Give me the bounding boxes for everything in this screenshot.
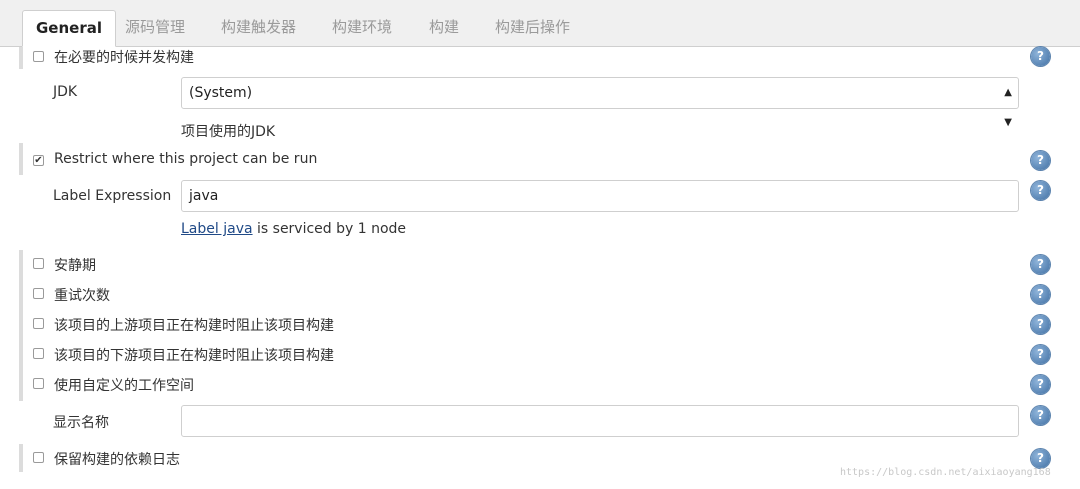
section-marker	[19, 250, 23, 401]
tab-build-triggers[interactable]: 构建触发器	[221, 10, 296, 46]
help-icon[interactable]: ?	[1031, 47, 1050, 66]
concurrent-build-label: 在必要的时候并发构建	[54, 50, 194, 66]
jdk-description: 项目使用的JDK	[181, 124, 276, 140]
section-marker	[19, 47, 23, 69]
block-upstream-label: 该项目的上游项目正在构建时阻止该项目构建	[54, 318, 334, 334]
watermark: https://blog.csdn.net/aixiaoyang168	[840, 467, 1051, 478]
section-marker	[19, 143, 23, 175]
jdk-select[interactable]: (System) ▲ ▼	[181, 77, 1019, 128]
general-settings-panel: 在必要的时候并发构建 ? JDK (System) ▲ ▼ 项目使用的JDK ✔ …	[0, 47, 1080, 489]
label-java-link[interactable]: Label java	[181, 221, 253, 237]
tab-general[interactable]: General	[22, 10, 116, 47]
checkmark-icon: ✔	[34, 155, 43, 166]
restrict-label: Restrict where this project can be run	[54, 151, 318, 167]
help-icon[interactable]: ?	[1031, 181, 1050, 200]
tab-post-build-actions[interactable]: 构建后操作	[495, 10, 570, 46]
label-expression-input[interactable]: java	[181, 180, 1019, 212]
tab-build-environment[interactable]: 构建环境	[332, 10, 392, 46]
tab-source-management[interactable]: 源码管理	[125, 10, 185, 46]
tab-bar: General 源码管理 构建触发器 构建环境 构建 构建后操作	[0, 0, 1080, 47]
help-icon[interactable]: ?	[1031, 345, 1050, 364]
block-downstream-checkbox[interactable]	[33, 348, 44, 359]
jdk-label: JDK	[53, 84, 78, 100]
help-icon[interactable]: ?	[1031, 375, 1050, 394]
retry-count-label: 重试次数	[54, 288, 110, 304]
keep-dependencies-label: 保留构建的依赖日志	[54, 452, 180, 468]
select-arrows-icon: ▲ ▼	[1004, 87, 1012, 128]
custom-workspace-checkbox[interactable]	[33, 378, 44, 389]
concurrent-build-checkbox[interactable]	[33, 51, 44, 62]
help-icon[interactable]: ?	[1031, 285, 1050, 304]
retry-count-checkbox[interactable]	[33, 288, 44, 299]
display-name-label: 显示名称	[53, 415, 109, 431]
block-upstream-checkbox[interactable]	[33, 318, 44, 329]
label-status-text: Label java is serviced by 1 node	[181, 221, 406, 237]
display-name-input[interactable]	[181, 405, 1019, 437]
section-marker	[19, 444, 23, 472]
help-icon[interactable]: ?	[1031, 406, 1050, 425]
label-status-suffix: is serviced by 1 node	[252, 221, 407, 237]
keep-dependencies-checkbox[interactable]	[33, 452, 44, 463]
restrict-checkbox[interactable]: ✔	[33, 155, 44, 166]
quiet-period-checkbox[interactable]	[33, 258, 44, 269]
help-icon[interactable]: ?	[1031, 449, 1050, 468]
help-icon[interactable]: ?	[1031, 315, 1050, 334]
block-downstream-label: 该项目的下游项目正在构建时阻止该项目构建	[54, 348, 334, 364]
quiet-period-label: 安静期	[54, 258, 96, 274]
help-icon[interactable]: ?	[1031, 151, 1050, 170]
custom-workspace-label: 使用自定义的工作空间	[54, 378, 194, 394]
label-expression-label: Label Expression	[53, 188, 172, 204]
jdk-selected-value: (System)	[189, 85, 253, 101]
help-icon[interactable]: ?	[1031, 255, 1050, 274]
tab-build[interactable]: 构建	[429, 10, 459, 46]
